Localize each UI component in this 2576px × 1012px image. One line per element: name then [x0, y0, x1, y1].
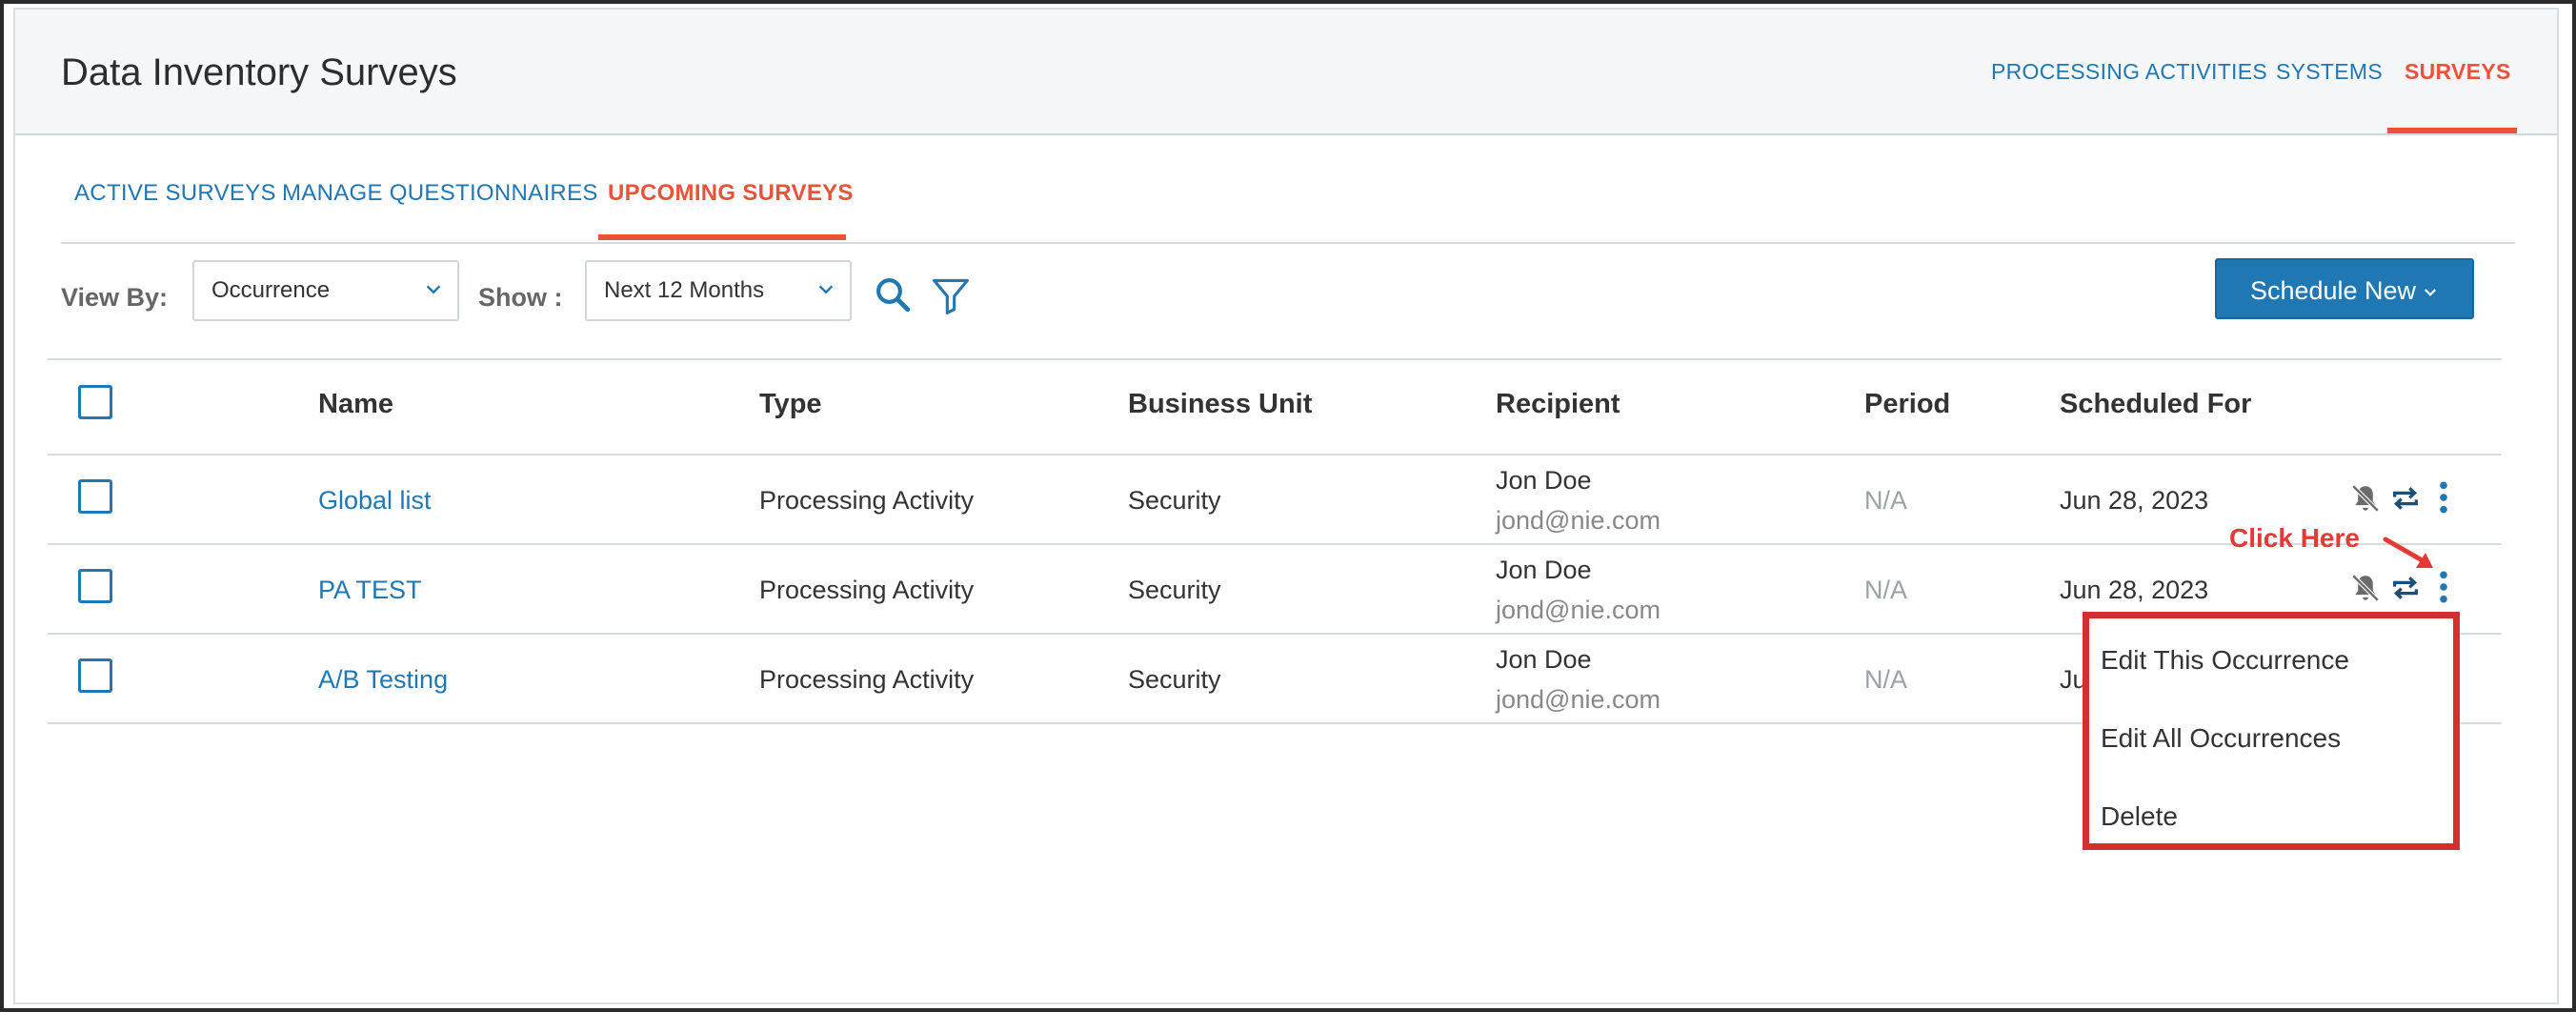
show-label: Show : [478, 283, 563, 312]
row-divider [48, 543, 2502, 545]
period: N/A [1864, 665, 1908, 694]
filter-icon[interactable] [930, 274, 972, 316]
business-unit: Security [1128, 665, 1221, 694]
menu-item-edit-this-occurrence[interactable]: Edit This Occurrence [2101, 645, 2349, 676]
nav-processing-activities[interactable]: PROCESSING ACTIVITIES [1991, 59, 2267, 85]
row-checkbox[interactable] [78, 658, 112, 693]
schedule-new-label: Schedule New [2249, 276, 2417, 305]
nav-surveys[interactable]: SURVEYS [2405, 59, 2511, 85]
survey-name-link[interactable]: A/B Testing [318, 665, 448, 695]
recipient-name: Jon Doe [1496, 466, 1592, 495]
show-value: Next 12 Months [604, 277, 765, 303]
search-icon[interactable] [873, 274, 913, 314]
tab-active-underline [598, 234, 846, 240]
annotation-arrow-icon [2383, 536, 2433, 568]
recipient-email: jond@nie.com [1496, 596, 1660, 624]
survey-name-link[interactable]: PA TEST [318, 576, 422, 605]
repeat-icon[interactable] [2389, 572, 2422, 604]
column-header-period[interactable]: Period [1864, 389, 1950, 420]
show-select[interactable]: Next 12 Months [585, 260, 852, 321]
column-header-scheduled-for[interactable]: Scheduled For [2060, 389, 2251, 420]
survey-type: Processing Activity [759, 576, 975, 604]
survey-type: Processing Activity [759, 665, 975, 694]
menu-item-delete[interactable]: Delete [2101, 801, 2178, 832]
survey-type: Processing Activity [759, 486, 975, 515]
business-unit: Security [1128, 486, 1221, 515]
view-by-value: Occurrence [211, 277, 331, 303]
nav-systems[interactable]: SYSTEMS [2276, 59, 2383, 85]
period: N/A [1864, 576, 1908, 604]
business-unit: Security [1128, 576, 1221, 604]
chevron-down-icon [2425, 289, 2437, 296]
recipient-name: Jon Doe [1496, 556, 1592, 584]
column-header-recipient[interactable]: Recipient [1496, 389, 1620, 420]
recipient-email: jond@nie.com [1496, 506, 1660, 535]
chevron-down-icon [426, 285, 441, 294]
scheduled-for: Jun 28, 2023 [2060, 486, 2209, 515]
more-vertical-icon[interactable] [2431, 479, 2456, 516]
column-header-type[interactable]: Type [759, 389, 822, 420]
chevron-down-icon [818, 285, 834, 294]
column-header-business-unit[interactable]: Business Unit [1128, 389, 1312, 420]
tab-active-surveys[interactable]: ACTIVE SURVEYS [74, 180, 276, 207]
repeat-icon[interactable] [2389, 482, 2422, 515]
recipient-name: Jon Doe [1496, 645, 1592, 674]
recipient-email: jond@nie.com [1496, 685, 1660, 714]
bell-off-icon[interactable] [2349, 482, 2382, 515]
row-checkbox[interactable] [78, 479, 112, 514]
tab-manage-questionnaires[interactable]: MANAGE QUESTIONNAIRES [282, 180, 598, 207]
column-header-name[interactable]: Name [318, 389, 393, 420]
page-header: Data Inventory Surveys PROCESSING ACTIVI… [15, 10, 2557, 135]
menu-item-edit-all-occurrences[interactable]: Edit All Occurrences [2101, 723, 2341, 754]
table-top-divider [48, 358, 2502, 360]
header-divider [48, 454, 2502, 455]
nav-active-underline [2387, 128, 2517, 133]
row-checkbox[interactable] [78, 569, 112, 603]
tab-upcoming-surveys[interactable]: UPCOMING SURVEYS [608, 180, 854, 207]
subtabs-bar: ACTIVE SURVEYS MANAGE QUESTIONNAIRES UPC… [61, 137, 2515, 244]
scheduled-for: Jun 28, 2023 [2060, 576, 2209, 604]
top-nav: PROCESSING ACTIVITIES SYSTEMS SURVEYS [15, 10, 2557, 135]
survey-name-link[interactable]: Global list [318, 486, 432, 516]
select-all-checkbox[interactable] [78, 385, 112, 419]
view-by-label: View By: [61, 283, 169, 312]
period: N/A [1864, 486, 1908, 515]
click-here-annotation: Click Here [2229, 523, 2360, 553]
view-by-select[interactable]: Occurrence [192, 260, 459, 321]
bell-off-icon[interactable] [2349, 572, 2382, 604]
schedule-new-button[interactable]: Schedule New [2215, 258, 2474, 319]
row-actions-menu: Edit This Occurrence Edit All Occurrence… [2083, 612, 2460, 850]
